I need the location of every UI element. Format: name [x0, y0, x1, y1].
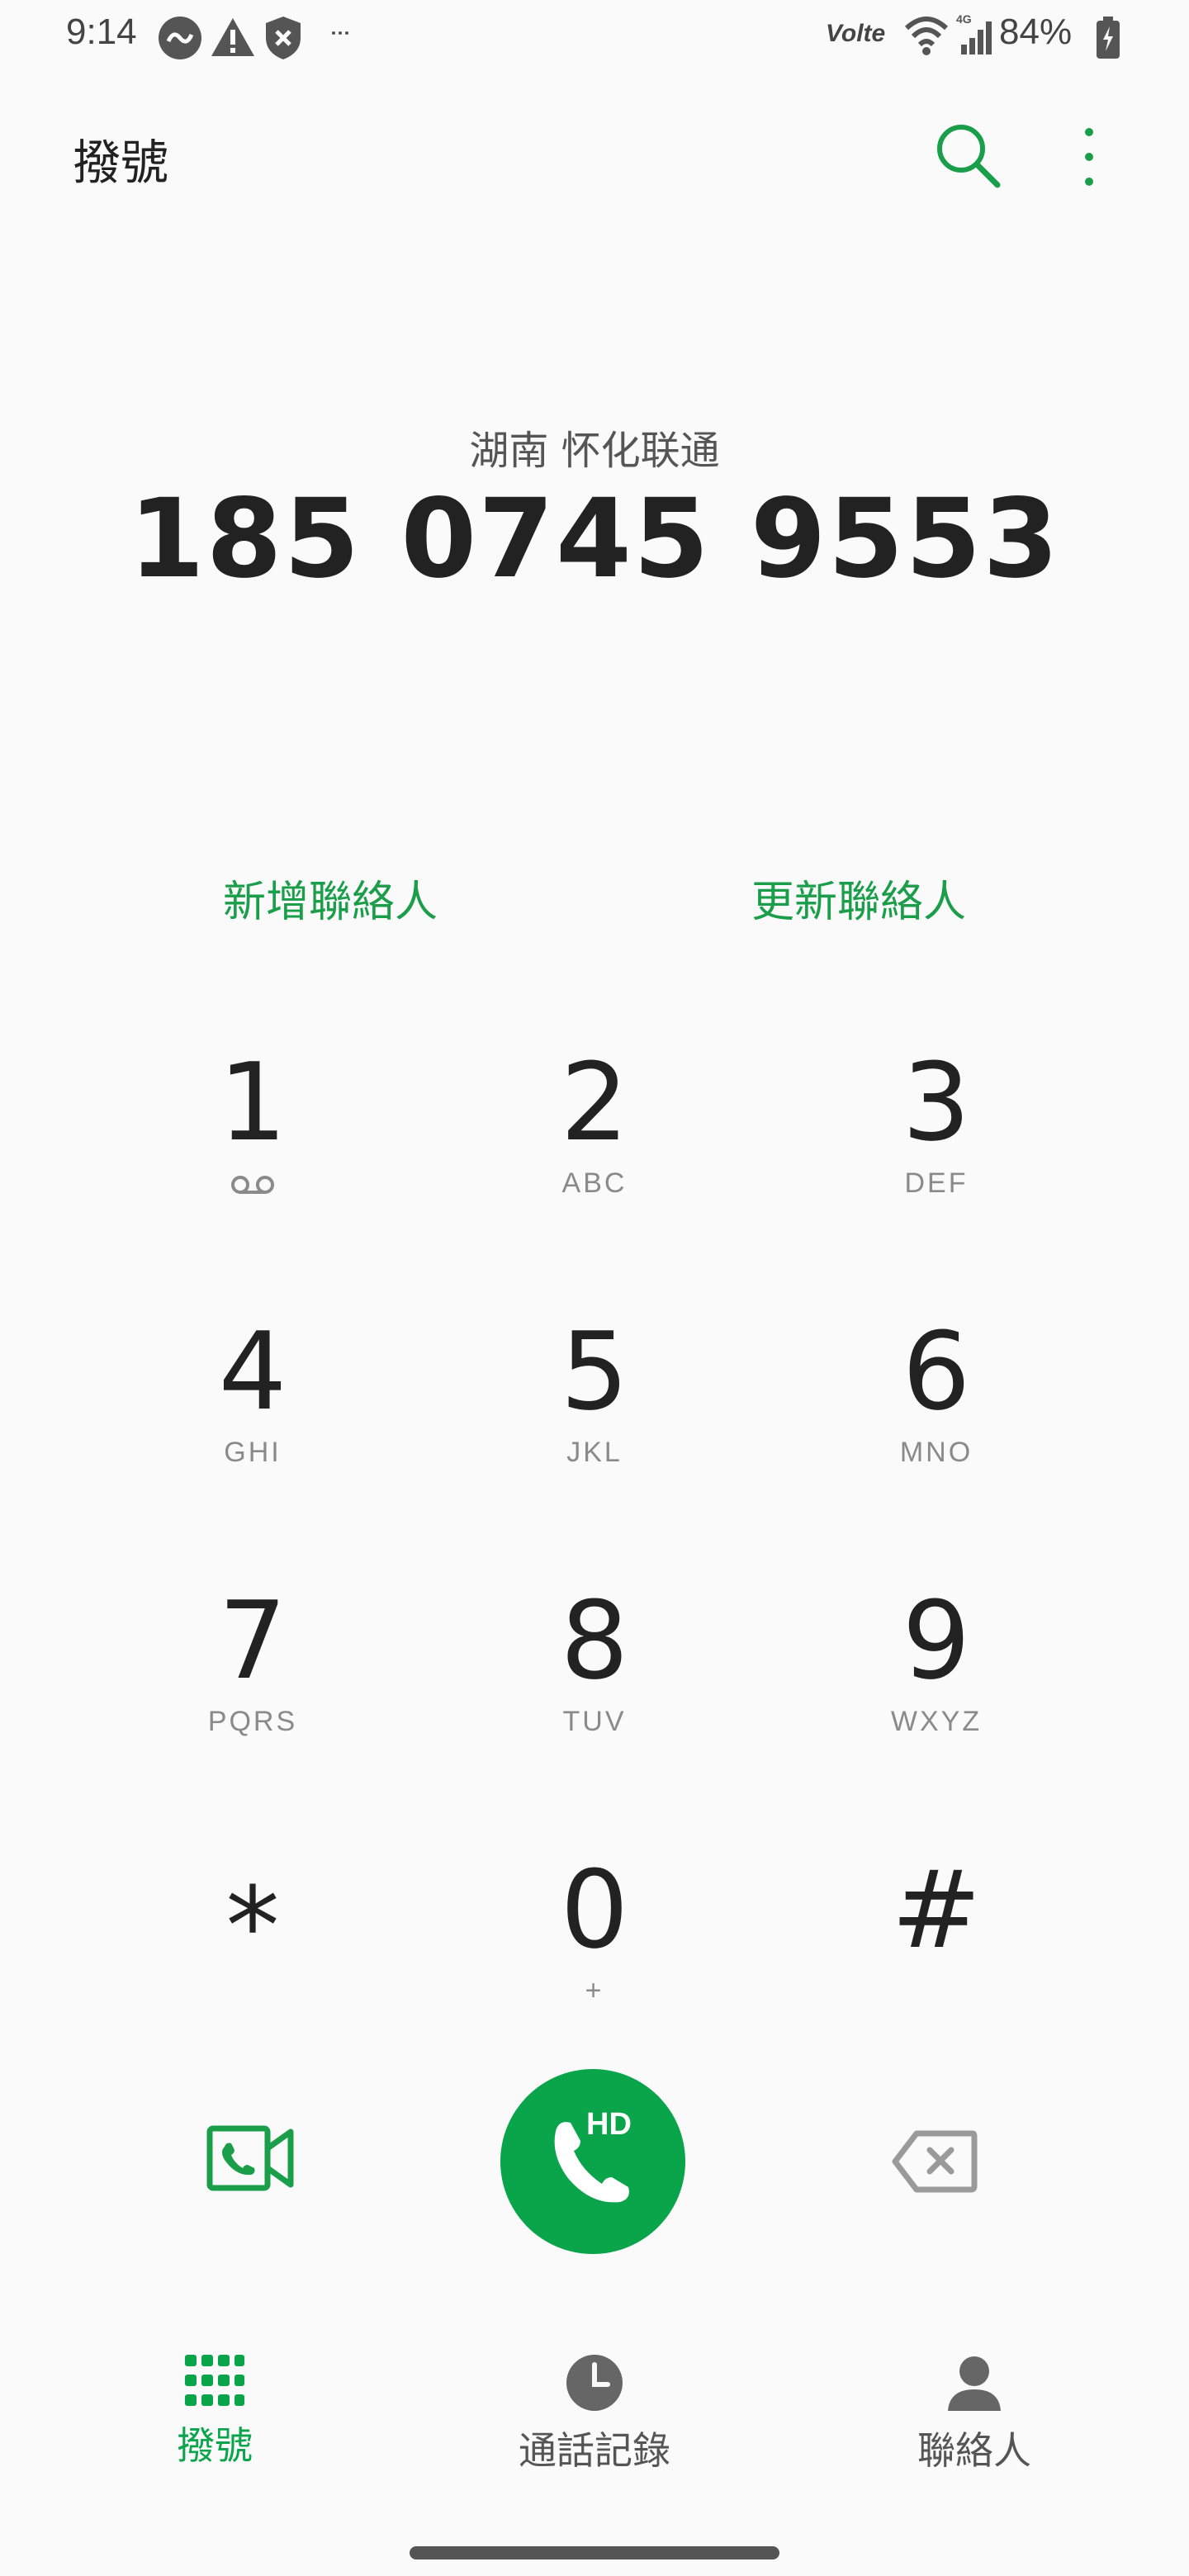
- nav-dialpad[interactable]: 撥號: [66, 2353, 363, 2470]
- key-8[interactable]: 8 TUV: [471, 1579, 718, 1777]
- volte-indicator: Volte: [826, 20, 886, 47]
- key-4[interactable]: 4 GHI: [129, 1309, 377, 1508]
- key-digit: *: [225, 1863, 280, 1989]
- key-letters: TUV: [562, 1706, 627, 1737]
- add-contact-button[interactable]: 新增聯絡人: [132, 867, 528, 929]
- wifi-icon: [903, 15, 950, 59]
- key-letters: WXYZ: [890, 1706, 983, 1737]
- nav-call-log[interactable]: 通話記錄: [446, 2353, 743, 2475]
- shield-icon: [263, 15, 304, 64]
- key-digit: 7: [218, 1578, 287, 1703]
- video-call-icon: [206, 2125, 294, 2191]
- key-letters: PQRS: [207, 1706, 298, 1737]
- nav-label: 聯絡人: [917, 2428, 1031, 2473]
- key-digit: 0: [560, 1847, 629, 1972]
- search-button[interactable]: [933, 121, 1002, 193]
- warning-icon: [210, 15, 256, 64]
- key-letters: GHI: [224, 1437, 282, 1468]
- video-call-button[interactable]: [206, 2124, 296, 2196]
- key-6[interactable]: 6 MNO: [812, 1309, 1060, 1508]
- status-bar: 9:14 Volte 4G 84%: [0, 0, 1189, 76]
- dialed-number[interactable]: 185 0745 9553: [0, 476, 1189, 603]
- battery-icon: [1095, 17, 1121, 63]
- nav-contacts[interactable]: 聯絡人: [826, 2353, 1123, 2475]
- key-5[interactable]: 5 JKL: [471, 1309, 718, 1508]
- key-1[interactable]: 1: [129, 1040, 377, 1238]
- hd-label: HD: [586, 2107, 632, 2142]
- backspace-button[interactable]: [892, 2130, 978, 2196]
- key-letters: MNO: [899, 1437, 973, 1468]
- app-notification-icon: [157, 15, 203, 64]
- more-vert-icon: [1085, 128, 1093, 186]
- home-indicator[interactable]: [410, 2546, 779, 2559]
- key-digit: #: [891, 1847, 982, 1972]
- person-icon: [948, 2356, 1001, 2411]
- key-9[interactable]: 9 WXYZ: [812, 1579, 1060, 1777]
- key-7[interactable]: 7 PQRS: [129, 1579, 377, 1777]
- key-3[interactable]: 3 DEF: [812, 1040, 1060, 1238]
- key-hash[interactable]: #: [812, 1848, 1060, 2046]
- backspace-icon: [892, 2130, 978, 2193]
- page-title: 撥號: [73, 135, 169, 191]
- search-icon: [937, 125, 1001, 188]
- key-digit: 1: [218, 1039, 287, 1165]
- nav-label: 撥號: [177, 2423, 253, 2468]
- status-time: 9:14: [66, 12, 137, 52]
- key-0[interactable]: 0 +: [471, 1848, 718, 2046]
- key-digit: 3: [902, 1039, 971, 1165]
- voicemail-icon: [230, 1174, 276, 1199]
- key-digit: 4: [218, 1309, 287, 1434]
- battery-percent: 84%: [999, 12, 1073, 52]
- key-letters: +: [585, 1975, 604, 2006]
- signal-icon: 4G: [950, 12, 996, 61]
- clock-icon: [566, 2355, 623, 2411]
- call-button[interactable]: HD: [500, 2069, 685, 2254]
- key-letters: DEF: [904, 1167, 969, 1199]
- update-contact-button[interactable]: 更新聯絡人: [661, 867, 1057, 929]
- svg-text:4G: 4G: [956, 12, 972, 26]
- key-digit: 2: [560, 1039, 629, 1165]
- key-digit: 9: [902, 1578, 971, 1703]
- more-notifications-icon: [330, 25, 350, 40]
- key-letters: JKL: [566, 1437, 623, 1468]
- dialpad-icon: [185, 2355, 244, 2406]
- key-digit: 5: [560, 1309, 629, 1434]
- number-location: 湖南 怀化联通: [469, 428, 720, 474]
- key-letters: ABC: [561, 1167, 628, 1199]
- more-options-button[interactable]: [1077, 124, 1101, 193]
- key-digit: 8: [560, 1578, 629, 1703]
- key-digit: 6: [902, 1309, 971, 1434]
- nav-label: 通話記錄: [519, 2428, 670, 2473]
- key-star[interactable]: *: [129, 1848, 377, 2046]
- key-2[interactable]: 2 ABC: [471, 1040, 718, 1238]
